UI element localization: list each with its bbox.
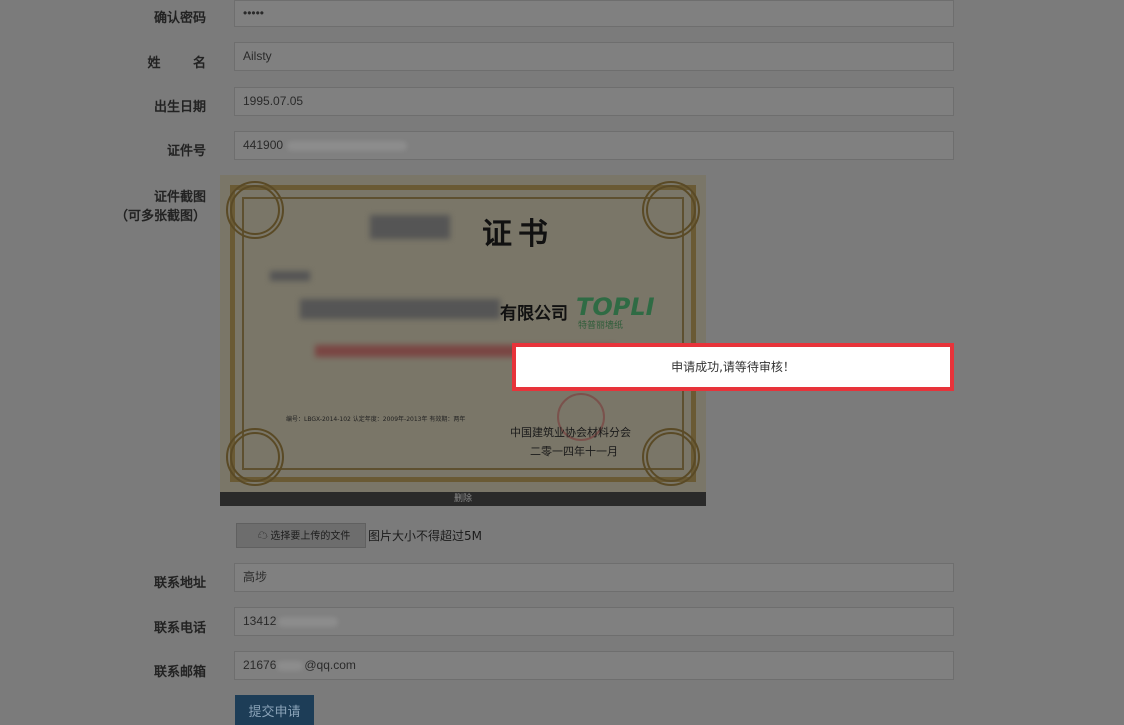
address-label: 联系地址	[153, 576, 206, 591]
certificate-image: 证书 有限公司 TOPLI 特普丽墙纸 编号：LBGX-2014-102 认定年…	[220, 175, 706, 492]
redaction	[270, 271, 310, 281]
upload-button-label: 选择要上传的文件	[270, 531, 351, 542]
email-value-prefix: 21676	[243, 658, 277, 672]
birthdate-value: 1995.07.05	[243, 94, 304, 108]
certificate-date: 二零一四年十一月	[530, 445, 618, 458]
address-value: 高埗	[243, 570, 268, 584]
phone-redaction	[278, 616, 339, 627]
corner-ornament	[226, 428, 284, 486]
confirm-password-value: •••••	[243, 6, 265, 20]
topli-logo-subtitle: 特普丽墙纸	[578, 321, 624, 331]
confirm-password-label: 确认密码	[153, 11, 206, 26]
topli-logo: TOPLI	[576, 293, 655, 321]
phone-label: 联系电话	[153, 621, 206, 636]
corner-ornament	[226, 181, 284, 239]
birthdate-input[interactable]: 1995.07.05	[234, 87, 954, 116]
certificate-fine-print: 编号：LBGX-2014-102 认定年度：2009年-2013年 有效期：两年	[286, 416, 466, 423]
success-dialog[interactable]: 申请成功,请等待审核！	[512, 343, 954, 391]
id-screenshot-label: 证件截图	[153, 190, 206, 205]
name-value: Ailsty	[243, 49, 272, 63]
id-number-value: 441900	[243, 138, 284, 152]
address-input[interactable]: 高埗	[234, 563, 954, 592]
birthdate-label: 出生日期	[153, 100, 206, 115]
id-number-redaction	[287, 140, 408, 151]
id-screenshot-sublabel: （可多张截图）	[114, 209, 206, 224]
submit-application-button[interactable]: 提交申请	[235, 695, 314, 725]
email-value-suffix: @qq.com	[304, 658, 356, 672]
redaction	[300, 299, 500, 319]
email-label: 联系邮箱	[153, 665, 206, 680]
success-message: 申请成功,请等待审核！	[671, 360, 795, 374]
upload-file-button[interactable]: ☁ 选择要上传的文件	[236, 523, 366, 548]
email-redaction	[277, 660, 304, 671]
corner-ornament	[642, 428, 700, 486]
confirm-password-input[interactable]: •••••	[234, 0, 954, 27]
certificate-company: 有限公司	[500, 304, 568, 324]
phone-input[interactable]: 13412	[234, 607, 954, 636]
certificate-issuer: 中国建筑业协会材料分会	[510, 426, 631, 439]
delete-image-button[interactable]: 删除	[220, 492, 706, 506]
name-input[interactable]: Ailsty	[234, 42, 954, 71]
name-label: 姓 名	[147, 56, 220, 71]
id-number-label: 证件号	[166, 144, 206, 159]
certificate-title: 证书	[482, 217, 554, 252]
email-input[interactable]: 21676 @qq.com	[234, 651, 954, 680]
id-number-input[interactable]: 441900	[234, 131, 954, 160]
upload-size-hint: 图片大小不得超过5M	[368, 529, 482, 543]
phone-value: 13412	[243, 614, 277, 628]
cloud-upload-icon: ☁	[257, 531, 268, 542]
